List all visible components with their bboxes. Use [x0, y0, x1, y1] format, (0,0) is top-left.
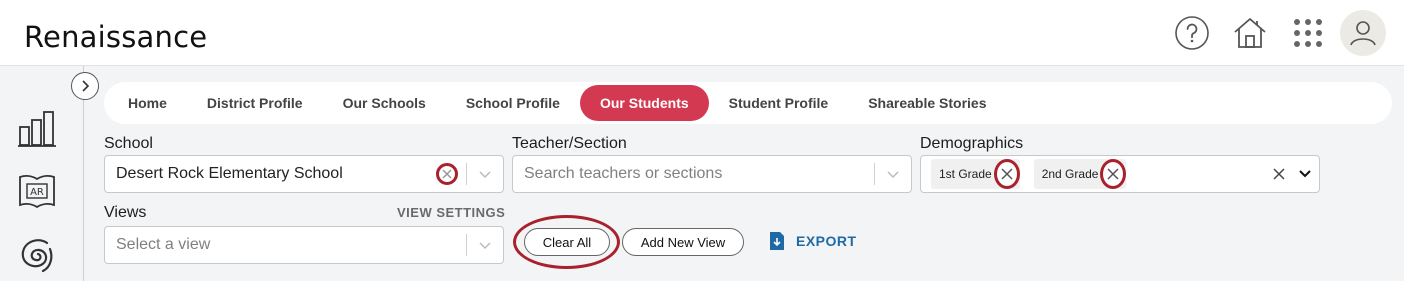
chevron-down-icon[interactable]: [467, 240, 503, 250]
demographics-label: Demographics: [920, 135, 1024, 152]
school-label: School: [104, 135, 153, 152]
export-label: EXPORT: [796, 233, 857, 249]
svg-text:AR: AR: [30, 187, 44, 198]
expand-sidebar-button[interactable]: [71, 72, 99, 100]
views-label: Views: [104, 204, 147, 221]
left-rail: AR: [0, 66, 84, 281]
export-icon: [770, 232, 784, 250]
chevron-right-icon: [82, 80, 90, 92]
demographic-chip: 2nd Grade: [1033, 159, 1127, 189]
demographics-select[interactable]: 1st Grade 2nd Grade: [920, 155, 1320, 193]
bar-chart-icon[interactable]: [16, 108, 58, 150]
add-new-view-button[interactable]: Add New View: [622, 228, 744, 256]
demographic-chip: 1st Grade: [931, 159, 1020, 189]
tab-district-profile[interactable]: District Profile: [187, 85, 323, 121]
home-icon[interactable]: [1228, 11, 1272, 55]
clear-school-icon[interactable]: [436, 163, 458, 185]
tab-our-schools[interactable]: Our Schools: [323, 85, 446, 121]
tab-school-profile[interactable]: School Profile: [446, 85, 580, 121]
apps-grid-icon[interactable]: [1286, 11, 1330, 55]
chip-label: 1st Grade: [939, 167, 992, 181]
teacher-section-label: Teacher/Section: [512, 135, 627, 152]
school-select[interactable]: Desert Rock Elementary School: [104, 155, 504, 193]
swirl-app-icon[interactable]: [16, 234, 58, 276]
export-button[interactable]: EXPORT: [768, 231, 857, 251]
tab-shareable-stories[interactable]: Shareable Stories: [848, 85, 1006, 121]
help-icon[interactable]: [1170, 11, 1214, 55]
chevron-down-icon[interactable]: [467, 169, 503, 179]
views-select[interactable]: Select a view: [104, 226, 504, 264]
tab-home[interactable]: Home: [108, 85, 187, 121]
views-placeholder: Select a view: [116, 236, 211, 253]
clear-demographics-icon[interactable]: [1267, 168, 1291, 180]
clear-all-button[interactable]: Clear All: [524, 228, 610, 256]
top-bar: Renaissance: [0, 0, 1404, 66]
tab-our-students[interactable]: Our Students: [579, 85, 709, 121]
accelerated-reader-icon[interactable]: AR: [16, 170, 58, 212]
chip-label: 2nd Grade: [1041, 167, 1099, 181]
view-settings-link[interactable]: VIEW SETTINGS: [397, 205, 505, 220]
chevron-down-icon[interactable]: [875, 169, 911, 179]
chevron-down-icon[interactable]: [1291, 170, 1319, 178]
school-select-value: Desert Rock Elementary School: [116, 165, 343, 182]
tab-student-profile[interactable]: Student Profile: [709, 85, 849, 121]
teacher-section-placeholder: Search teachers or sections: [524, 165, 723, 182]
teacher-section-select[interactable]: Search teachers or sections: [512, 155, 912, 193]
user-avatar-icon[interactable]: [1340, 10, 1386, 56]
remove-chip-icon[interactable]: [1100, 159, 1127, 189]
header-actions: [1156, 10, 1386, 56]
brand-logo[interactable]: Renaissance: [24, 20, 207, 54]
remove-chip-icon[interactable]: [993, 159, 1020, 189]
main-tabs: Home District Profile Our Schools School…: [104, 82, 1392, 124]
